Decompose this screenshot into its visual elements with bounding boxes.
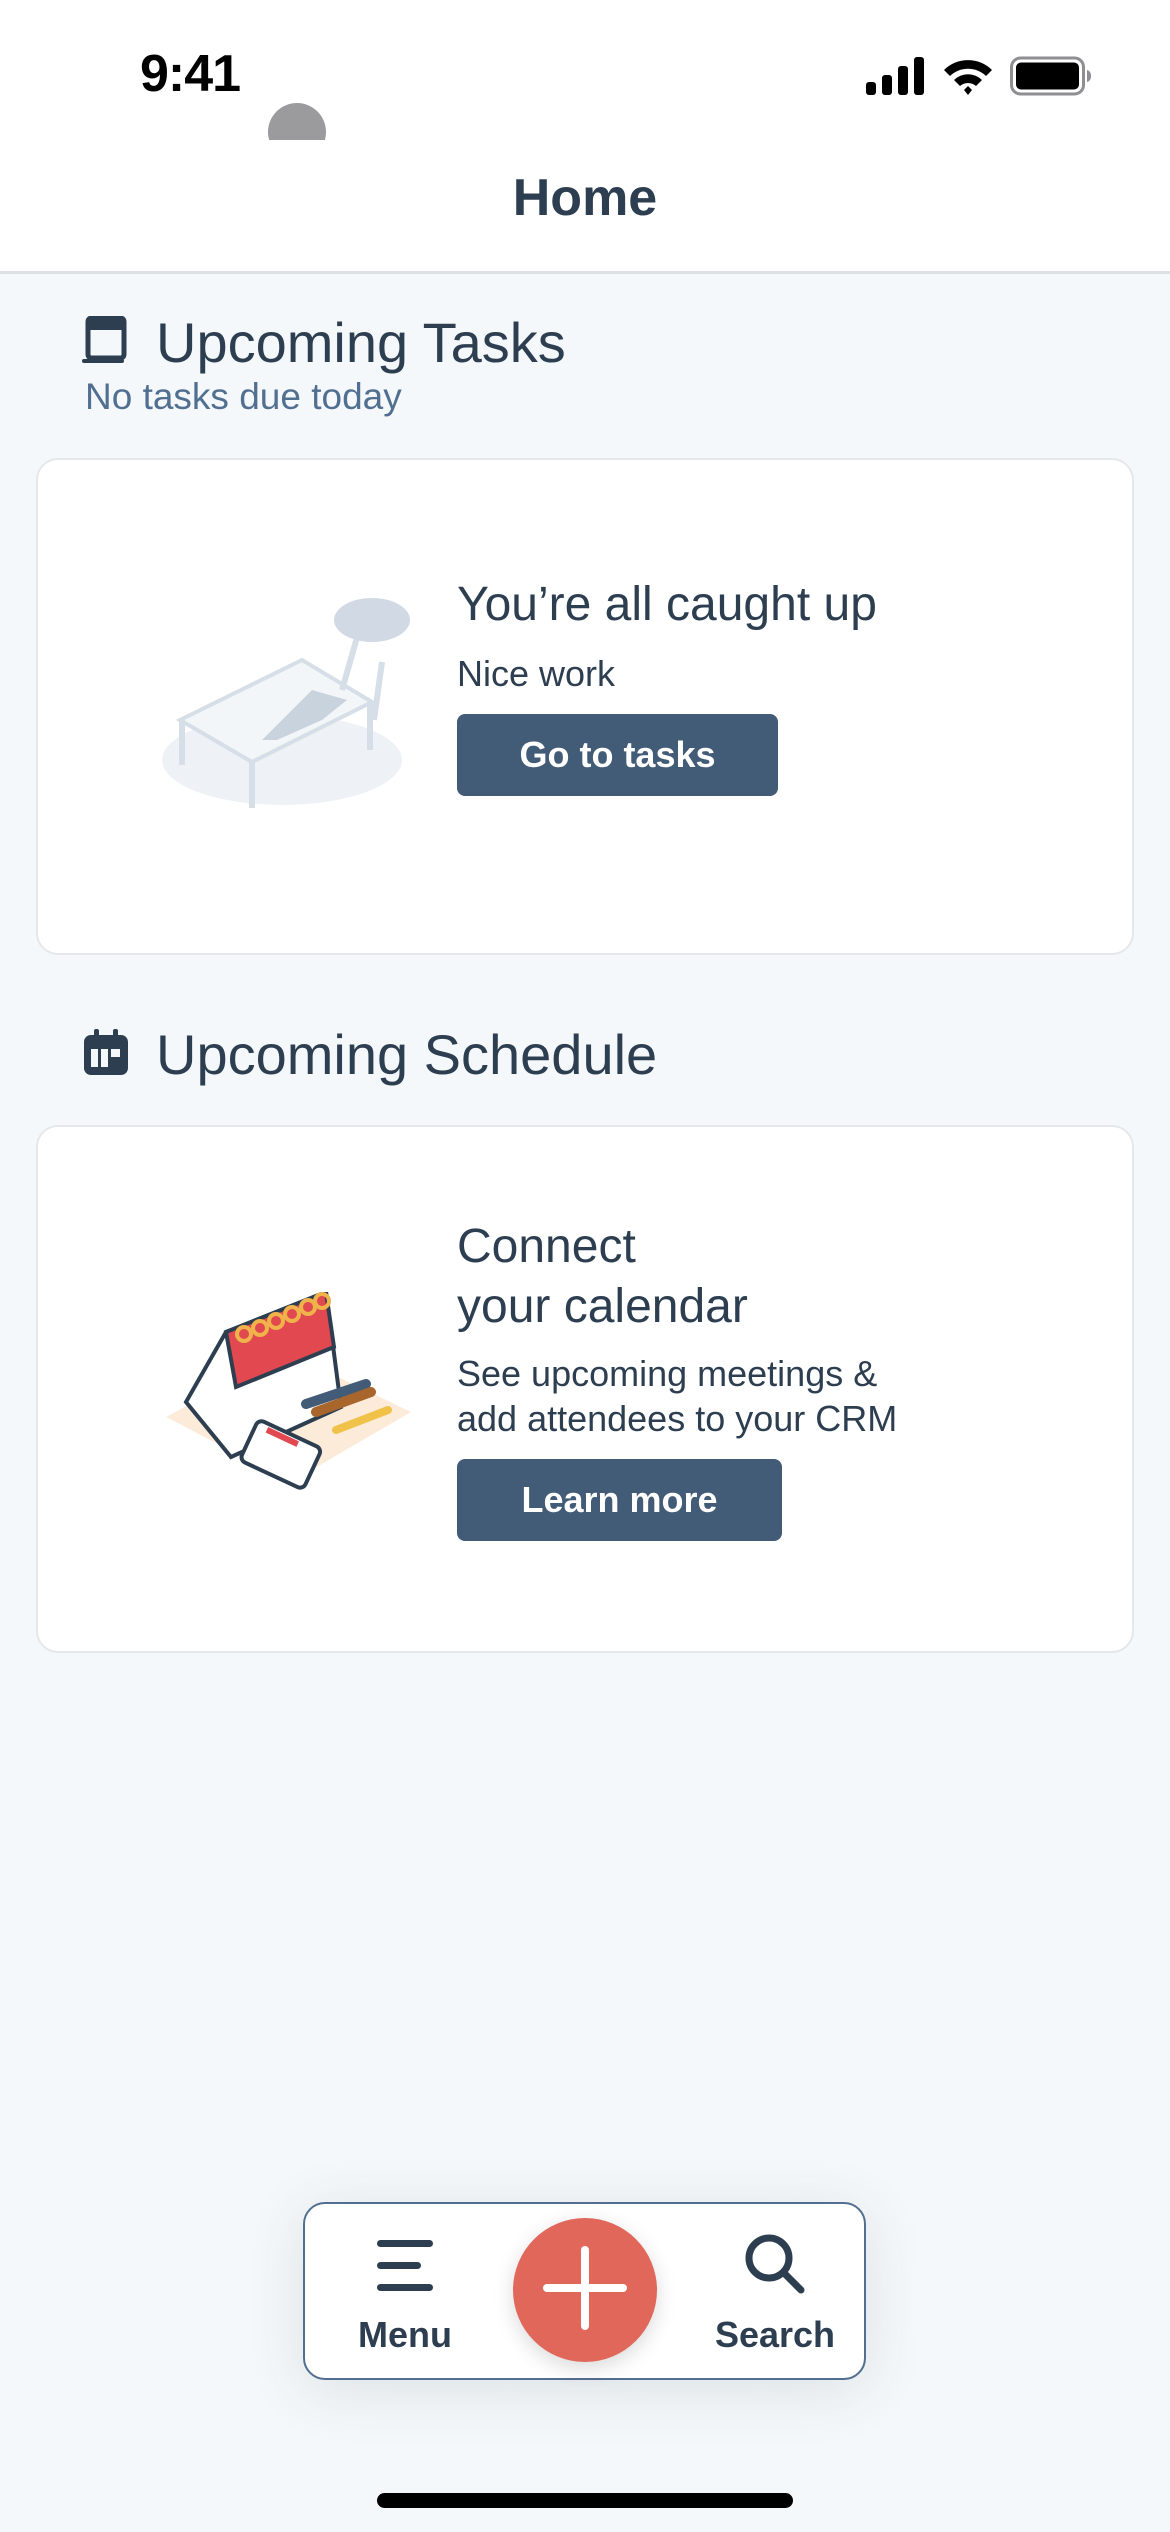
menu-button[interactable]: Menu — [345, 2204, 465, 2382]
schedule-card-body-line2: add attendees to your CRM — [457, 1398, 898, 1439]
tasks-card-content: You’re all caught up Nice work Go to tas… — [457, 575, 877, 796]
navigation-bar: Home — [0, 140, 1170, 274]
go-to-tasks-button[interactable]: Go to tasks — [457, 714, 778, 796]
page-title: Home — [512, 169, 658, 227]
search-icon — [743, 2232, 807, 2301]
search-label: Search — [714, 2314, 836, 2355]
tasks-card-title: You’re all caught up — [457, 578, 877, 631]
plus-icon — [543, 2245, 627, 2335]
status-icons — [866, 56, 1092, 101]
hamburger-menu-icon — [375, 2238, 435, 2299]
schedule-card: Connect your calendar See upcoming meeti… — [36, 1125, 1134, 1653]
schedule-section-header: Upcoming Schedule — [82, 1022, 657, 1087]
schedule-card-title-line2: your calendar — [457, 1280, 748, 1333]
schedule-section-title: Upcoming Schedule — [156, 1023, 658, 1086]
status-bar: 9:41 — [0, 0, 1170, 161]
calendar-icon — [82, 1027, 130, 1082]
tasks-section-header: Upcoming Tasks — [82, 310, 566, 375]
relaxing-person-illustration — [162, 590, 422, 825]
menu-label: Menu — [358, 2314, 452, 2355]
task-icon — [82, 315, 130, 369]
schedule-card-content: Connect your calendar See upcoming meeti… — [457, 1217, 897, 1541]
add-button[interactable] — [513, 2218, 657, 2362]
tasks-section-subtitle: No tasks due today — [85, 376, 402, 417]
tasks-card-body: Nice work — [457, 653, 616, 694]
learn-more-button[interactable]: Learn more — [457, 1459, 782, 1541]
status-time: 9:41 — [140, 45, 241, 103]
desk-calendar-illustration — [166, 1289, 416, 1497]
home-indicator[interactable] — [377, 2493, 793, 2508]
tasks-card: You’re all caught up Nice work Go to tas… — [36, 458, 1134, 955]
search-button[interactable]: Search — [705, 2204, 845, 2382]
schedule-card-title-line1: Connect — [457, 1220, 636, 1273]
schedule-card-body-line1: See upcoming meetings & — [457, 1353, 878, 1394]
wifi-icon — [942, 56, 994, 101]
cellular-signal-icon — [866, 57, 926, 100]
battery-icon — [1010, 56, 1092, 101]
tasks-section-title: Upcoming Tasks — [156, 311, 566, 374]
